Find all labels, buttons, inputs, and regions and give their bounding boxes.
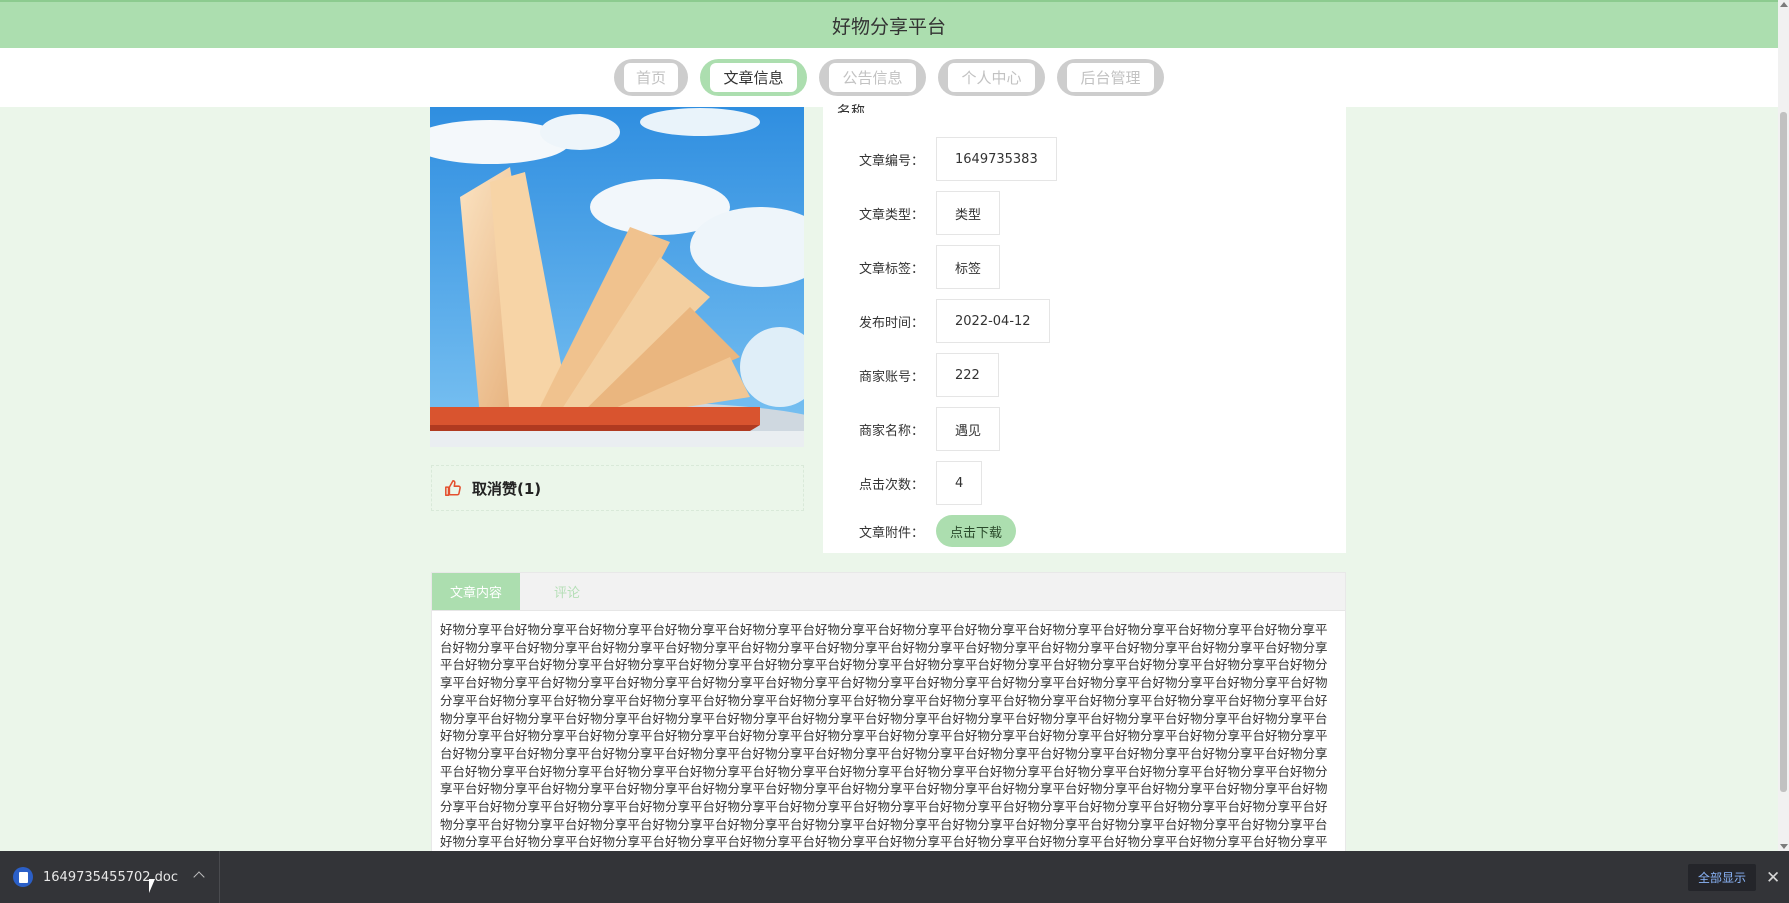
field-value: 类型 (936, 191, 1001, 235)
field-value: 遇见 (936, 407, 1001, 451)
unlike-button-label: 取消赞(1) (472, 479, 542, 498)
scroll-up-arrow-icon[interactable] (1780, 2, 1788, 7)
mouse-cursor-icon (149, 879, 155, 893)
field-label: 商家名称： (859, 423, 925, 439)
nav-notices-label: 公告信息 (829, 63, 916, 92)
name-label-cutoff: 名称 (837, 104, 865, 113)
field-label: 文章标签： (859, 261, 925, 277)
tab-comments[interactable]: 评论 (520, 573, 614, 610)
article-content-panel: 文章内容 评论 好物分享平台好物分享平台好物分享平台好物分享平台好物分享平台好物… (431, 572, 1346, 852)
field-article-type: 文章类型： 类型 (859, 191, 1001, 235)
thumbs-up-icon (445, 480, 461, 496)
nav-articles[interactable]: 文章信息 (700, 59, 807, 96)
article-info-panel: 名称 文章编号： 1649735383 文章类型： 类型 文章标签： 标签 发布… (823, 104, 1346, 553)
field-value: 4 (936, 461, 983, 505)
site-title: 好物分享平台 (831, 15, 946, 38)
scrollbar-thumb[interactable] (1780, 112, 1787, 792)
tab-article-content[interactable]: 文章内容 (432, 573, 520, 610)
field-value: 222 (936, 353, 999, 397)
download-filename: 1649735455702.doc (43, 869, 179, 885)
field-value: 标签 (936, 245, 1001, 289)
field-article-id: 文章编号： 1649735383 (859, 137, 1057, 181)
field-label: 商家账号： (859, 369, 925, 385)
field-label: 文章类型： (859, 207, 925, 223)
page-scrollbar[interactable] (1778, 0, 1789, 851)
close-icon[interactable]: ✕ (1766, 868, 1780, 888)
chevron-up-icon[interactable] (193, 871, 205, 883)
field-value: 2022-04-12 (936, 299, 1050, 343)
nav-admin[interactable]: 后台管理 (1057, 59, 1164, 96)
field-label: 发布时间： (859, 315, 925, 331)
download-item[interactable]: 1649735455702.doc (0, 851, 220, 903)
nav-home-label: 首页 (624, 63, 678, 92)
field-merchant-name: 商家名称： 遇见 (859, 407, 1001, 451)
nav-personal-center[interactable]: 个人中心 (938, 59, 1045, 96)
nav-admin-label: 后台管理 (1067, 63, 1154, 92)
field-attachment: 文章附件： 点击下载 (859, 515, 1017, 547)
field-label: 文章附件： (859, 525, 925, 541)
field-value: 1649735383 (936, 137, 1057, 181)
download-shelf: 1649735455702.doc (0, 851, 1789, 903)
nav-home[interactable]: 首页 (614, 59, 688, 96)
word-doc-icon (13, 867, 33, 887)
field-article-tag: 文章标签： 标签 (859, 245, 1001, 289)
field-click-count: 点击次数： 4 (859, 461, 983, 505)
field-label: 文章编号： (859, 153, 925, 169)
nav-notices[interactable]: 公告信息 (819, 59, 926, 96)
field-publish-time: 发布时间： 2022-04-12 (859, 299, 1050, 343)
nav-bar: 首页 文章信息 公告信息 个人中心 后台管理 (0, 48, 1778, 107)
show-all-downloads-button[interactable]: 全部显示 (1688, 864, 1756, 891)
main-nav: 首页 文章信息 公告信息 个人中心 后台管理 (0, 59, 1778, 96)
field-label: 点击次数： (859, 477, 925, 493)
download-button[interactable]: 点击下载 (936, 515, 1017, 547)
content-tabs: 文章内容 评论 (432, 573, 1345, 611)
article-body-text: 好物分享平台好物分享平台好物分享平台好物分享平台好物分享平台好物分享平台好物分享… (440, 622, 1328, 850)
like-bar[interactable]: 取消赞(1) (431, 465, 804, 511)
article-image (430, 107, 804, 447)
nav-articles-label: 文章信息 (710, 63, 797, 92)
scroll-down-arrow-icon[interactable] (1780, 844, 1788, 849)
nav-personal-center-label: 个人中心 (948, 63, 1035, 92)
field-merchant-account: 商家账号： 222 (859, 353, 999, 397)
site-header: 好物分享平台 (0, 0, 1778, 48)
